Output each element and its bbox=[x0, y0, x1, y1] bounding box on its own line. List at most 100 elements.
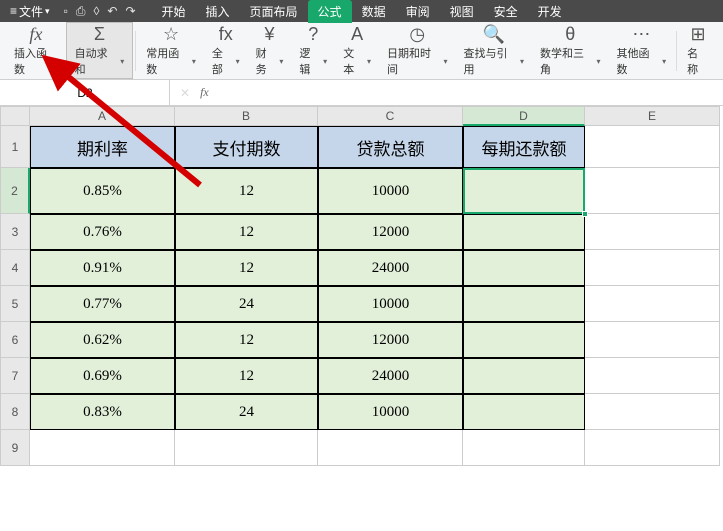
cell-B5[interactable]: 24 bbox=[175, 286, 318, 322]
file-menu[interactable]: ≡ 文件 ▾ bbox=[4, 3, 56, 20]
quick-access-toolbar: ▫ ⎙ ◊ ↶ ↷ bbox=[56, 4, 144, 19]
all-fx-icon: fx bbox=[219, 24, 233, 45]
col-header-E[interactable]: E bbox=[585, 106, 720, 126]
cell-A3[interactable]: 0.76% bbox=[30, 214, 175, 250]
cell-A5[interactable]: 0.77% bbox=[30, 286, 175, 322]
select-all-corner[interactable] bbox=[0, 106, 30, 126]
cell-C7[interactable]: 24000 bbox=[318, 358, 463, 394]
cell-B3[interactable]: 12 bbox=[175, 214, 318, 250]
cell-D1[interactable]: 每期还款额 bbox=[463, 126, 585, 168]
tab-security[interactable]: 安全 bbox=[484, 0, 528, 23]
cell-A9[interactable] bbox=[30, 430, 175, 466]
cell-A2[interactable]: 0.85% bbox=[30, 168, 175, 214]
cell-B1[interactable]: 支付期数 bbox=[175, 126, 318, 168]
cell-E1[interactable] bbox=[585, 126, 720, 168]
cancel-icon[interactable]: ✕ bbox=[180, 86, 190, 100]
cell-B6[interactable]: 12 bbox=[175, 322, 318, 358]
cell-D5[interactable] bbox=[463, 286, 585, 322]
tab-home[interactable]: 开始 bbox=[152, 0, 196, 23]
logical-button[interactable]: ? 逻辑▾ bbox=[291, 22, 335, 79]
cell-E4[interactable] bbox=[585, 250, 720, 286]
row-header-4[interactable]: 4 bbox=[0, 250, 30, 286]
cell-D8[interactable] bbox=[463, 394, 585, 430]
row-header-5[interactable]: 5 bbox=[0, 286, 30, 322]
cell-D2[interactable] bbox=[463, 168, 585, 214]
row-header-3[interactable]: 3 bbox=[0, 214, 30, 250]
lookup-button[interactable]: 🔍 查找与引用▾ bbox=[455, 22, 532, 79]
col-header-A[interactable]: A bbox=[30, 106, 175, 126]
row-header-9[interactable]: 9 bbox=[0, 430, 30, 466]
tab-insert[interactable]: 插入 bbox=[196, 0, 240, 23]
save-icon[interactable]: ▫ bbox=[64, 4, 68, 18]
fill-handle[interactable] bbox=[582, 211, 588, 217]
row-header-2[interactable]: 2 bbox=[0, 168, 30, 214]
fx-icon[interactable]: fx bbox=[200, 85, 209, 100]
cell-B8[interactable]: 24 bbox=[175, 394, 318, 430]
cell-C1[interactable]: 贷款总额 bbox=[318, 126, 463, 168]
text-button[interactable]: A 文本▾ bbox=[335, 22, 379, 79]
cell-C4[interactable]: 24000 bbox=[318, 250, 463, 286]
tab-data[interactable]: 数据 bbox=[352, 0, 396, 23]
cell-D7[interactable] bbox=[463, 358, 585, 394]
financial-button[interactable]: ¥ 财务▾ bbox=[248, 22, 292, 79]
cell-E6[interactable] bbox=[585, 322, 720, 358]
cell-C3[interactable]: 12000 bbox=[318, 214, 463, 250]
redo-icon[interactable]: ↷ bbox=[125, 4, 135, 18]
row-header-7[interactable]: 7 bbox=[0, 358, 30, 394]
cell-D4[interactable] bbox=[463, 250, 585, 286]
cell-D6[interactable] bbox=[463, 322, 585, 358]
cell-B4[interactable]: 12 bbox=[175, 250, 318, 286]
insert-function-button[interactable]: fx 插入函数 bbox=[6, 22, 66, 79]
col-header-B[interactable]: B bbox=[175, 106, 318, 126]
tab-view[interactable]: 视图 bbox=[440, 0, 484, 23]
cell-C6[interactable]: 12000 bbox=[318, 322, 463, 358]
cell-C8[interactable]: 10000 bbox=[318, 394, 463, 430]
tab-dev[interactable]: 开发 bbox=[528, 0, 572, 23]
autosum-button[interactable]: Σ 自动求和▾ bbox=[66, 22, 134, 79]
cell-D9[interactable] bbox=[463, 430, 585, 466]
cell-E3[interactable] bbox=[585, 214, 720, 250]
col-header-D[interactable]: D bbox=[463, 106, 585, 126]
cell-C5[interactable]: 10000 bbox=[318, 286, 463, 322]
cell-E5[interactable] bbox=[585, 286, 720, 322]
other-functions-button[interactable]: ⋯ 其他函数▾ bbox=[609, 22, 675, 79]
cell-A1[interactable]: 期利率 bbox=[30, 126, 175, 168]
cell-A7[interactable]: 0.69% bbox=[30, 358, 175, 394]
cell-E7[interactable] bbox=[585, 358, 720, 394]
cell-A4[interactable]: 0.91% bbox=[30, 250, 175, 286]
tab-formula[interactable]: 公式 bbox=[308, 0, 352, 23]
cell-A6[interactable]: 0.62% bbox=[30, 322, 175, 358]
calendar-icon: ◷ bbox=[409, 24, 425, 45]
cell-B9[interactable] bbox=[175, 430, 318, 466]
file-label: 文件 bbox=[19, 3, 43, 20]
recent-functions-button[interactable]: ☆ 常用函数▾ bbox=[138, 22, 204, 79]
cell-D3[interactable] bbox=[463, 214, 585, 250]
row-header-8[interactable]: 8 bbox=[0, 394, 30, 430]
name-box[interactable] bbox=[40, 84, 130, 102]
math-button[interactable]: θ 数学和三角▾ bbox=[532, 22, 609, 79]
tab-review[interactable]: 审阅 bbox=[396, 0, 440, 23]
all-functions-button[interactable]: fx 全部▾ bbox=[204, 22, 248, 79]
cell-A8[interactable]: 0.83% bbox=[30, 394, 175, 430]
ribbon-tabs: 开始 插入 页面布局 公式 数据 审阅 视图 安全 开发 bbox=[152, 0, 572, 23]
cell-E9[interactable] bbox=[585, 430, 720, 466]
cell-B7[interactable]: 12 bbox=[175, 358, 318, 394]
row-header-1[interactable]: 1 bbox=[0, 126, 30, 168]
cell-E8[interactable] bbox=[585, 394, 720, 430]
datetime-button[interactable]: ◷ 日期和时间▾ bbox=[379, 22, 456, 79]
chevron-down-icon: ▾ bbox=[120, 57, 124, 66]
col-header-C[interactable]: C bbox=[318, 106, 463, 126]
lookup-icon: 🔍 bbox=[483, 24, 505, 45]
cell-E2[interactable] bbox=[585, 168, 720, 214]
cell-C2[interactable]: 10000 bbox=[318, 168, 463, 214]
tab-layout[interactable]: 页面布局 bbox=[240, 0, 308, 23]
row-header-6[interactable]: 6 bbox=[0, 322, 30, 358]
formula-input[interactable] bbox=[219, 84, 723, 102]
cell-B2[interactable]: 12 bbox=[175, 168, 318, 214]
name-manager-button[interactable]: ⊞ 名称 bbox=[679, 22, 717, 79]
other-icon: ⋯ bbox=[632, 24, 650, 45]
preview-icon[interactable]: ◊ bbox=[93, 4, 99, 18]
cell-C9[interactable] bbox=[318, 430, 463, 466]
print-icon[interactable]: ⎙ bbox=[76, 4, 86, 19]
undo-icon[interactable]: ↶ bbox=[107, 4, 117, 18]
